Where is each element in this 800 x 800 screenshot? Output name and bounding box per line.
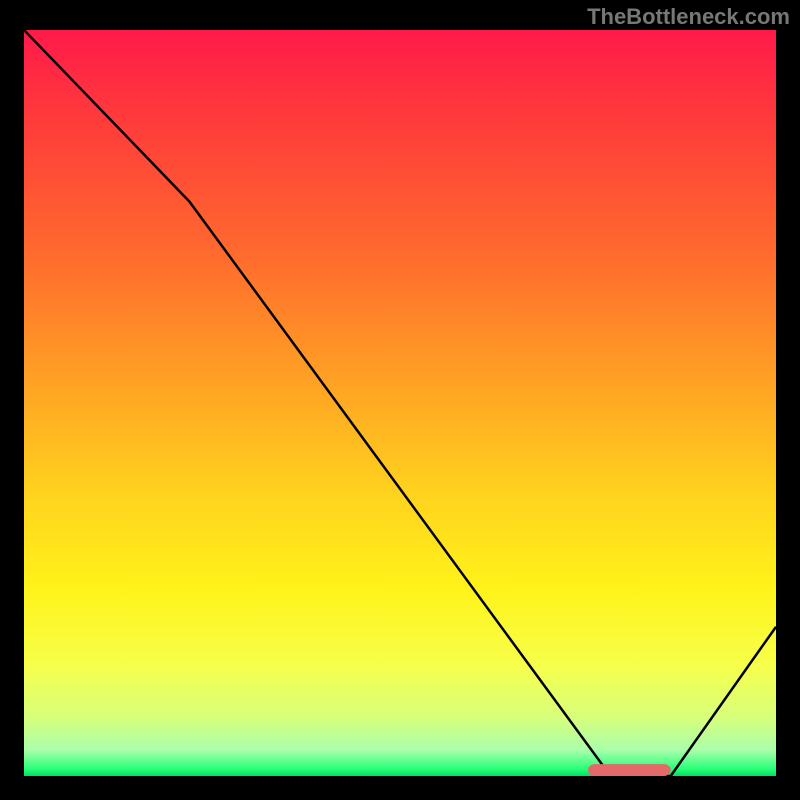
plot-area — [24, 30, 776, 776]
optimal-marker — [24, 30, 776, 776]
watermark-text: TheBottleneck.com — [587, 4, 790, 30]
chart-frame — [24, 30, 776, 776]
page-root: TheBottleneck.com — [0, 0, 800, 800]
